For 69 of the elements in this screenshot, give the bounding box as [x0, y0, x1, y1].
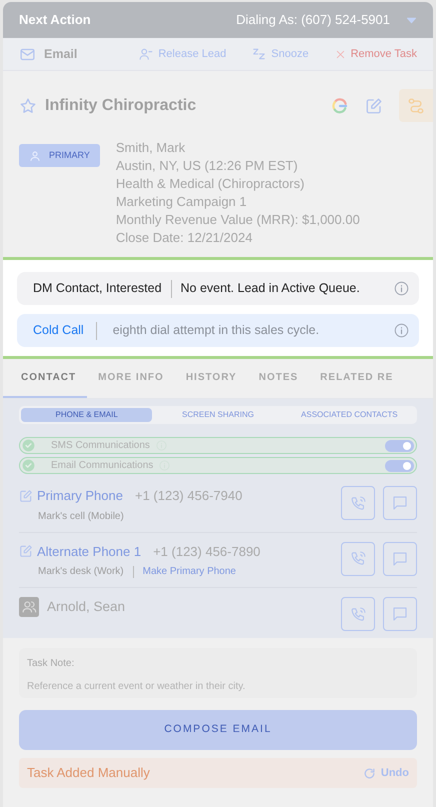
task-note-label: Task Note:: [27, 657, 76, 671]
edit-icon: [365, 96, 383, 114]
edit-icon: [19, 544, 33, 558]
contact-name: Arnold, Sean: [47, 598, 126, 616]
dialing-as-label: Dialing As: (607) 524-5901: [236, 11, 390, 30]
phone-number: +1 (123) 456-7940: [134, 487, 242, 505]
snooze-button[interactable]: Snooze: [252, 46, 309, 62]
panel-title: Next Action: [19, 11, 91, 30]
call-button[interactable]: [341, 486, 375, 520]
call-type-label: Cold Call: [33, 322, 84, 340]
task-note-text: Reference a current event or weather in their city.: [27, 680, 246, 694]
chat-icon: [391, 494, 409, 512]
star-icon: [19, 96, 37, 114]
edit-icon: [19, 488, 33, 503]
notice-text: Task Added Manually: [27, 764, 150, 782]
disposition-text: DM Contact, Interested: [33, 280, 162, 298]
segment-tab[interactable]: SCREEN SHARING: [152, 408, 284, 422]
person-icon: [29, 150, 41, 162]
phone-icon: [350, 606, 366, 622]
company-name: Infinity Chiropractic: [45, 96, 196, 116]
compose-email-button[interactable]: COMPOSE EMAIL: [19, 710, 417, 750]
close-icon: [334, 48, 346, 60]
chat-icon: [391, 550, 409, 568]
snooze-icon: [252, 47, 266, 61]
tab[interactable]: RELATED RE: [309, 359, 404, 398]
route-icon: [407, 96, 425, 114]
communication-label: SMS Communications: [51, 439, 150, 453]
phone-note: Mark's desk (Work): [38, 565, 124, 579]
attempt-text: eighth dial attempt in this sales cycle.: [112, 322, 320, 340]
info-icon: [394, 323, 409, 338]
phone-note: Mark's cell (Mobile): [38, 510, 124, 524]
tab[interactable]: NOTES: [248, 359, 310, 398]
phone-icon: [350, 550, 366, 567]
route-button[interactable]: [399, 89, 433, 122]
primary-badge: PRIMARY: [19, 144, 100, 167]
g-logo-icon: [331, 96, 349, 114]
contact-avatar-icon: [19, 597, 39, 618]
phone-icon: [350, 494, 366, 512]
message-button[interactable]: [383, 597, 417, 631]
phone-number: +1 (123) 456-7890: [153, 542, 260, 561]
phone-label[interactable]: Alternate Phone 1: [37, 542, 142, 561]
event-text: No event. Lead in Active Queue.: [180, 280, 360, 298]
release-lead-button[interactable]: Release Lead: [139, 46, 226, 62]
phone-label[interactable]: Primary Phone: [37, 486, 123, 506]
communication-label: Email Communications: [51, 459, 154, 473]
tab[interactable]: HISTORY: [174, 359, 248, 398]
segment-tab[interactable]: ASSOCIATED CONTACTS: [284, 408, 415, 422]
task-type-label: Email: [44, 46, 78, 63]
contact-detail: Monthly Revenue Value (MRR): $1,000.00: [116, 211, 360, 229]
message-button[interactable]: [383, 486, 417, 520]
undo-button[interactable]: Undo: [362, 764, 409, 782]
info-icon: [394, 281, 409, 296]
contact-detail: Health & Medical (Chiropractors): [116, 175, 306, 193]
make-primary-link[interactable]: Make Primary Phone: [142, 564, 236, 579]
toggle-switch[interactable]: [385, 460, 414, 472]
tab[interactable]: MORE INFO: [87, 359, 175, 398]
chat-icon: [391, 605, 409, 623]
call-button[interactable]: [341, 542, 375, 576]
contact-detail: Marketing Campaign 1: [116, 193, 248, 211]
contact-detail: Austin, NY, US (12:26 PM EST): [116, 157, 299, 175]
contact-detail: Smith, Mark: [116, 139, 186, 157]
segment-tab[interactable]: PHONE & EMAIL: [21, 408, 152, 422]
contact-detail: Close Date: 12/21/2024: [116, 229, 254, 247]
refresh-icon: [362, 766, 376, 780]
person-minus-icon: [139, 47, 154, 61]
message-button[interactable]: [383, 542, 417, 576]
remove-task-button[interactable]: Remove Task: [334, 46, 417, 62]
call-button[interactable]: [341, 597, 375, 631]
toggle-switch[interactable]: [385, 440, 414, 452]
